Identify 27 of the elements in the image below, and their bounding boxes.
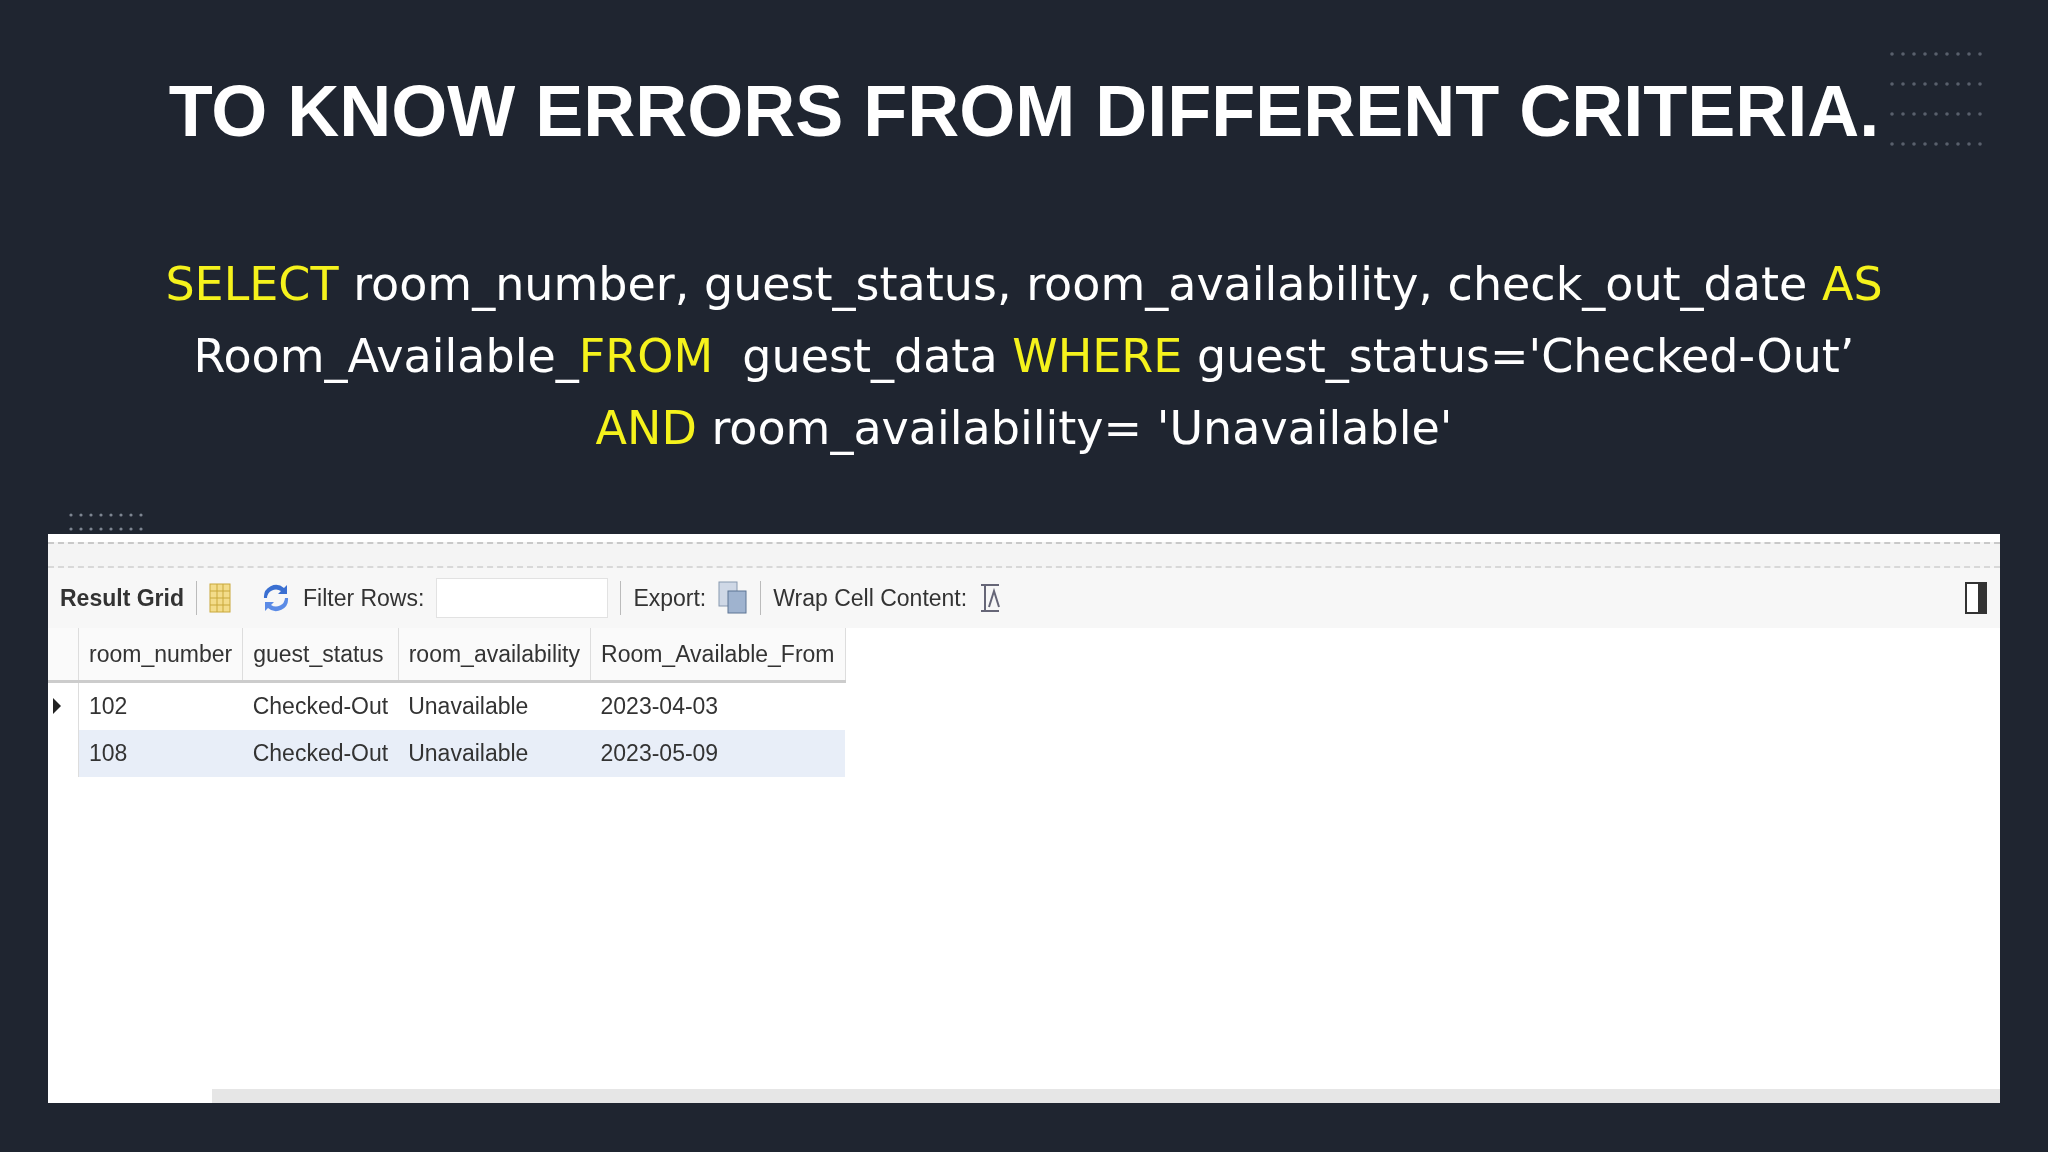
- export-label: Export:: [633, 584, 707, 612]
- export-icon[interactable]: [718, 581, 749, 615]
- filter-rows-label: Filter Rows:: [302, 584, 425, 612]
- table-cell: Unavailable: [398, 681, 591, 730]
- table-cell: Unavailable: [398, 730, 591, 777]
- query-line: AND room_availability= 'Unavailable': [595, 400, 1453, 457]
- column-header[interactable]: guest_status: [242, 628, 399, 682]
- table-cell: 102: [78, 681, 243, 730]
- wrap-cell-content-label: Wrap Cell Content:: [773, 584, 968, 612]
- table-cell: Checked-Out: [242, 730, 399, 777]
- query-line: SELECT room_number, guest_status, room_availability, check_out_date AS: [165, 256, 1883, 313]
- table-row[interactable]: 108 Checked-Out Unavailable 2023-05-09: [48, 730, 846, 777]
- filter-rows-field[interactable]: [436, 578, 609, 618]
- column-header[interactable]: Room_Available_From: [590, 628, 846, 682]
- horizontal-scrollbar[interactable]: [212, 1089, 2000, 1103]
- query-line: Room_Available_FROM guest_data WHERE guest_status='Checked-Out’: [193, 328, 1855, 385]
- table-cell: 2023-05-09: [590, 730, 846, 777]
- table-cell: Checked-Out: [242, 681, 399, 730]
- table-cell: 2023-04-03: [590, 681, 846, 730]
- column-header[interactable]: room_number: [78, 628, 243, 682]
- panel-toggle-icon[interactable]: [1964, 581, 1988, 615]
- slide-title: TO KNOW ERRORS FROM DIFFERENT CRITERIA.: [168, 70, 1880, 153]
- result-grid-label: Result Grid: [60, 584, 184, 612]
- table-cell: 108: [78, 730, 243, 777]
- column-header[interactable]: room_availability: [398, 628, 591, 682]
- wrap-text-icon[interactable]: [979, 583, 1002, 613]
- grid-icon[interactable]: [208, 583, 231, 613]
